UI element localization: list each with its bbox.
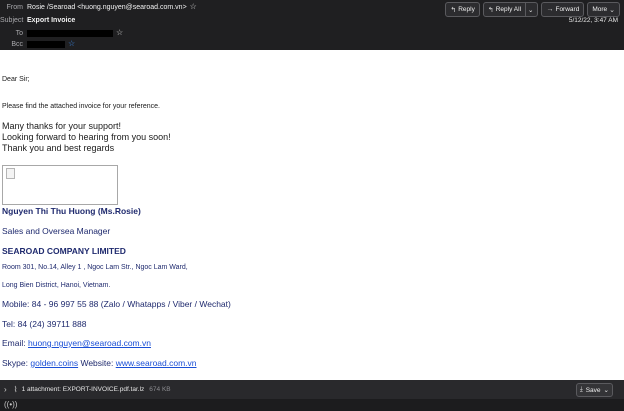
chevron-right-icon[interactable]: › — [4, 385, 7, 394]
star-icon[interactable]: ☆ — [68, 40, 75, 48]
attachment-label[interactable]: 1 attachment: EXPORT-INVOICE.pdf.tar.lz — [22, 386, 145, 393]
bcc-row: Bcc ☆ — [0, 40, 75, 48]
chevron-down-icon: ⌄ — [603, 387, 609, 394]
subject-label: Subject — [0, 17, 24, 24]
message-date: 5/12/22, 3:47 AM — [568, 17, 618, 24]
more-label: More — [592, 6, 608, 13]
signature-skype-row: Skype: golden.coins Website: www.searoad… — [2, 358, 197, 368]
intro-text: Please find the attached invoice for you… — [2, 103, 160, 110]
reply-all-label: Reply All — [495, 6, 522, 13]
to-label: To — [15, 29, 23, 37]
website-link[interactable]: www.searoad.com.vn — [116, 358, 197, 368]
email-link[interactable]: huong.nguyen@searoad.com.vn — [28, 338, 151, 348]
more-button[interactable]: More ⌄ — [587, 2, 620, 17]
looking-forward-line: Looking forward to hearing from you soon… — [2, 132, 171, 142]
forward-button[interactable]: → Forward — [541, 2, 585, 17]
from-value[interactable]: Rosie /Searoad <huong.nguyen@searoad.com… — [27, 4, 187, 11]
skype-link[interactable]: golden.coins — [30, 358, 78, 368]
subject-row: Subject Export Invoice — [0, 17, 75, 24]
status-bar: ((•)) — [0, 399, 624, 411]
bcc-label: Bcc — [11, 40, 23, 48]
signature-tel: Tel: 84 (24) 39711 888 — [2, 319, 87, 329]
attachment-bar: › ⌇ 1 attachment: EXPORT-INVOICE.pdf.tar… — [0, 380, 624, 399]
signature-name: Nguyen Thi Thu Huong (Ms.Rosie) — [2, 206, 141, 216]
star-icon[interactable]: ☆ — [190, 3, 197, 11]
signature-address-2: Long Bien District, Hanoi, Vietnam. — [2, 282, 111, 289]
message-body: Dear Sir; Please find the attached invoi… — [0, 50, 624, 380]
save-label: Save — [585, 386, 601, 394]
reply-all-icon: ↰ — [487, 6, 494, 14]
greeting: Dear Sir; — [2, 76, 30, 83]
message-header: From Rosie /Searoad <huong.nguyen@searoa… — [0, 0, 624, 50]
star-icon[interactable]: ☆ — [116, 29, 123, 37]
message-toolbar: ↰ Reply ↰ Reply All ⌄ → Forward More ⌄ — [445, 2, 620, 17]
to-row: To ☆ — [0, 29, 123, 37]
regards-line: Thank you and best regards — [2, 143, 115, 153]
bcc-redacted — [27, 40, 65, 48]
signature-company: SEAROAD COMPANY LIMITED — [2, 246, 126, 256]
forward-icon: → — [546, 6, 554, 13]
chevron-down-icon[interactable]: ⌄ — [525, 3, 533, 16]
paperclip-icon: ⌇ — [13, 385, 18, 394]
signature-mobile: Mobile: 84 - 96 997 55 88 (Zalo / Whatap… — [2, 299, 231, 309]
thanks-line: Many thanks for your support! — [2, 121, 122, 131]
website-prefix: Website: — [78, 358, 116, 368]
broken-image-placeholder — [2, 165, 118, 205]
to-redacted — [27, 29, 113, 37]
attachment-size: 674 KB — [149, 386, 171, 393]
connection-icon: ((•)) — [4, 400, 18, 409]
chevron-down-icon: ⌄ — [609, 6, 615, 14]
reply-button[interactable]: ↰ Reply — [445, 2, 480, 17]
skype-prefix: Skype: — [2, 358, 31, 368]
from-label: From — [6, 3, 23, 11]
broken-image-icon — [6, 168, 15, 179]
reply-all-button[interactable]: ↰ Reply All ⌄ — [482, 2, 539, 17]
signature-title: Sales and Oversea Manager — [2, 226, 111, 236]
email-prefix: Email: — [2, 338, 28, 348]
forward-label: Forward — [555, 6, 580, 13]
subject-value: Export Invoice — [27, 17, 76, 24]
from-row: From Rosie /Searoad <huong.nguyen@searoa… — [0, 3, 197, 11]
reply-label: Reply — [458, 6, 475, 13]
reply-icon: ↰ — [450, 6, 457, 14]
save-icon: ⤓ — [579, 386, 583, 393]
save-button[interactable]: ⤓ Save ⌄ — [575, 383, 613, 397]
signature-address-1: Room 301, No.14, Alley 1 , Ngoc Lam Str.… — [2, 264, 188, 271]
signature-email-row: Email: huong.nguyen@searoad.com.vn — [2, 338, 151, 348]
